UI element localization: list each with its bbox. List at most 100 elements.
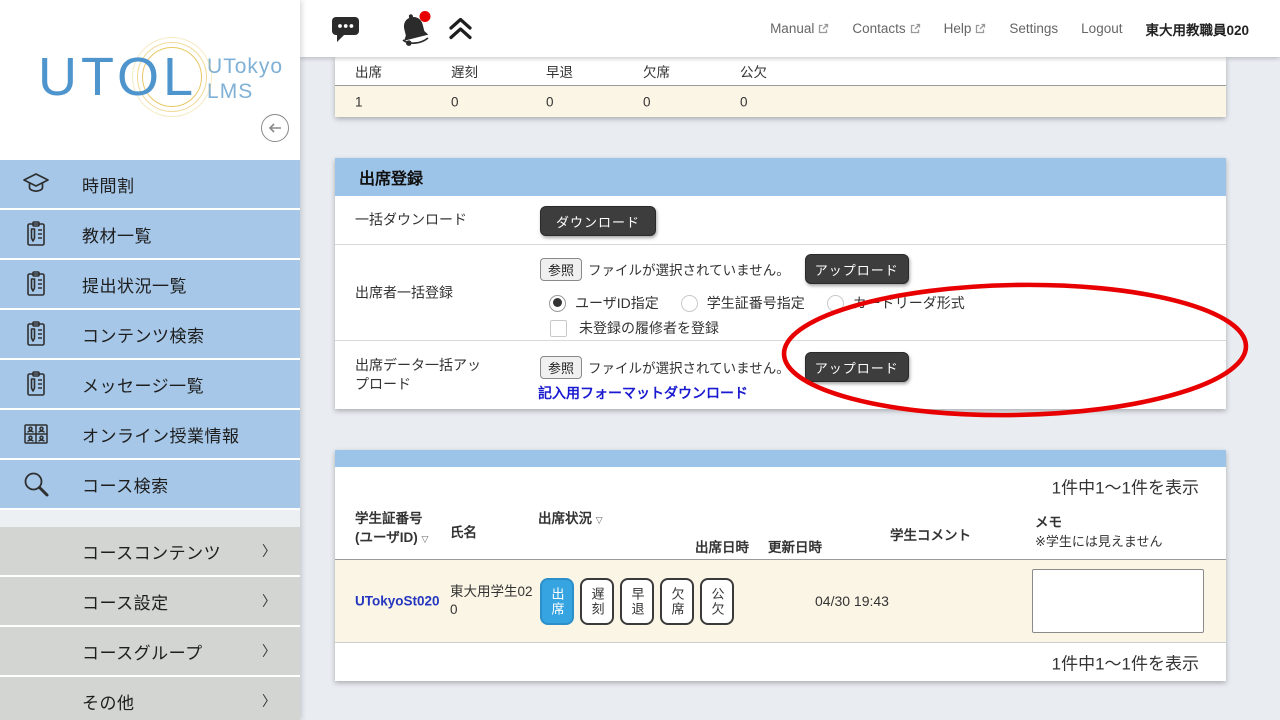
attendance-data-upload-row: 出席データ一括アップロード 参照 ファイルが選択されていません。 アップロード … — [335, 341, 1226, 409]
sidebar-collapse-button[interactable] — [261, 114, 289, 142]
header-student-number[interactable]: 学生証番号 (ユーザID) ▽ — [355, 510, 428, 548]
register-unregistered-label[interactable]: 未登録の履修者を登録 — [579, 318, 719, 338]
messages-icon[interactable] — [331, 15, 361, 43]
header-name: 氏名 — [450, 525, 477, 540]
clipboard-icon — [21, 219, 51, 249]
search-icon — [21, 469, 51, 499]
status-button-absent[interactable]: 欠席 — [660, 578, 694, 625]
sidebar-item-label: コース設定 — [82, 593, 169, 613]
logo-subtitle: UTokyo LMS — [207, 54, 283, 104]
attendance-table-row: UTokyoSt020 東大用学生020 出席 遅刻 早退 欠席 公欠 04/3… — [335, 560, 1226, 643]
logo-subtitle-line1: UTokyo — [207, 55, 284, 78]
bulk-download-row: 一括ダウンロード ダウンロード — [335, 196, 1226, 245]
notification-dot — [419, 10, 431, 22]
student-id-link[interactable]: UTokyoSt020 — [355, 594, 440, 609]
sidebar-item-course-settings[interactable]: コース設定 〉 — [0, 577, 300, 625]
chevron-right-icon: 〉 — [262, 693, 276, 709]
pagination-top-row: 1件中1〜1件を表示 — [335, 467, 1226, 505]
help-link[interactable]: Help — [944, 21, 987, 36]
topbar: Manual Contacts Help Settings Logout 東大用… — [300, 0, 1280, 57]
external-link-icon — [976, 23, 986, 34]
status-button-early-leave[interactable]: 早退 — [620, 578, 654, 625]
chevron-right-icon: 〉 — [262, 643, 276, 659]
sidebar-item-content-search[interactable]: コンテンツ検索 — [0, 310, 300, 358]
status-button-late[interactable]: 遅刻 — [580, 578, 614, 625]
radio-card-reader-label[interactable]: カードリーダ形式 — [853, 293, 965, 313]
browse-button[interactable]: 参照 — [540, 257, 583, 281]
sidebar-item-label: 提出状況一覧 — [82, 276, 187, 296]
radio-student-number[interactable] — [680, 294, 698, 312]
no-file-selected-text: ファイルが選択されていません。 — [588, 263, 790, 278]
external-link-icon — [910, 23, 920, 34]
manual-link-label: Manual — [770, 21, 815, 36]
summary-header: 欠席 — [643, 65, 670, 80]
logo-title: UTOL — [38, 47, 198, 107]
username-label: 東大用教職員020 — [1145, 22, 1249, 38]
format-download-link[interactable]: 記入用フォーマットダウンロード — [538, 383, 748, 403]
sidebar-item-messages[interactable]: メッセージ一覧 — [0, 360, 300, 408]
sort-icon[interactable]: ▽ — [596, 515, 603, 525]
summary-header: 出席 — [355, 65, 382, 80]
collapse-topbar-icon[interactable] — [447, 16, 474, 41]
external-link-icon — [819, 23, 829, 34]
sidebar-item-label: コース検索 — [82, 476, 169, 496]
download-button[interactable]: ダウンロード — [540, 206, 656, 236]
settings-link[interactable]: Settings — [1009, 21, 1058, 36]
status-button-group: 出席 遅刻 早退 欠席 公欠 — [540, 578, 734, 625]
header-student-comment: 学生コメント — [890, 528, 971, 543]
status-button-excused[interactable]: 公欠 — [700, 578, 734, 625]
logout-link[interactable]: Logout — [1081, 21, 1122, 36]
header-memo-label: メモ — [1035, 515, 1062, 530]
browse-button[interactable]: 参照 — [540, 355, 583, 379]
summary-value: 0 — [451, 94, 459, 109]
header-student-number-line1: 学生証番号 — [355, 511, 423, 526]
sidebar-item-others[interactable]: その他 〉 — [0, 677, 300, 720]
sidebar-main-menu: 時間割 教材一覧 提出状況一覧 コンテンツ検索 メッセージ一覧 オンライン授業情… — [0, 160, 300, 508]
utol-logo: UTOL UTokyo LMS — [38, 37, 283, 117]
summary-header: 遅刻 — [451, 65, 478, 80]
pagination-text: 1件中1〜1件を表示 — [1051, 654, 1199, 674]
attendance-table-header-row: 学生証番号 (ユーザID) ▽ 氏名 出席状況 ▽ 出席日時 更新日時 学生コメ… — [335, 505, 1226, 560]
register-unregistered-checkbox[interactable] — [550, 319, 567, 337]
attendance-data-upload-label: 出席データ一括アップロード — [355, 357, 481, 392]
summary-value: 0 — [740, 94, 748, 109]
sidebar-section-divider — [0, 510, 300, 527]
contacts-link[interactable]: Contacts — [852, 21, 920, 36]
summary-value: 0 — [643, 94, 651, 109]
contacts-link-label: Contacts — [852, 21, 906, 36]
register-unregistered-checkline: 未登録の履修者を登録 — [550, 318, 719, 338]
sidebar-item-online-class[interactable]: オンライン授業情報 — [0, 410, 300, 458]
header-status[interactable]: 出席状況 ▽ — [538, 510, 603, 529]
file-select-line: 参照 ファイルが選択されていません。 アップロード — [540, 352, 909, 382]
radio-card-reader[interactable] — [826, 294, 844, 312]
update-time-value: 04/30 19:43 — [815, 593, 889, 609]
memo-input[interactable] — [1032, 569, 1204, 633]
logo-area: UTOL UTokyo LMS — [0, 0, 300, 158]
sidebar-item-label: コースコンテンツ — [82, 543, 222, 563]
upload-button[interactable]: アップロード — [804, 254, 909, 284]
status-button-present[interactable]: 出席 — [540, 578, 574, 625]
sidebar-item-materials[interactable]: 教材一覧 — [0, 210, 300, 258]
notifications-bell-icon[interactable] — [395, 9, 435, 49]
upload-button[interactable]: アップロード — [804, 352, 909, 382]
manual-link[interactable]: Manual — [770, 21, 829, 36]
logout-link-label: Logout — [1081, 21, 1123, 36]
radio-student-number-label[interactable]: 学生証番号指定 — [707, 293, 805, 313]
sidebar-item-submissions[interactable]: 提出状況一覧 — [0, 260, 300, 308]
sidebar-item-label: オンライン授業情報 — [82, 426, 240, 446]
sidebar-item-timetable[interactable]: 時間割 — [0, 160, 300, 208]
sidebar-item-course-group[interactable]: コースグループ 〉 — [0, 627, 300, 675]
sort-icon[interactable]: ▽ — [422, 534, 429, 544]
help-link-label: Help — [943, 21, 972, 36]
sidebar-item-course-contents[interactable]: コースコンテンツ 〉 — [0, 527, 300, 575]
file-select-line: 参照 ファイルが選択されていません。 アップロード — [540, 254, 909, 284]
main-content: 出席 遅刻 早退 欠席 公欠 1 0 0 0 0 出席登録 一括ダウンロード ダ… — [300, 57, 1280, 720]
bulk-download-label: 一括ダウンロード — [355, 211, 467, 228]
people-grid-icon — [21, 419, 51, 449]
topbar-icons — [331, 9, 474, 49]
header-status-label: 出席状況 — [538, 511, 592, 526]
radio-user-id-label[interactable]: ユーザID指定 — [575, 293, 659, 313]
radio-user-id[interactable] — [549, 294, 566, 312]
sidebar-item-course-search[interactable]: コース検索 — [0, 460, 300, 508]
clipboard-icon — [21, 269, 51, 299]
